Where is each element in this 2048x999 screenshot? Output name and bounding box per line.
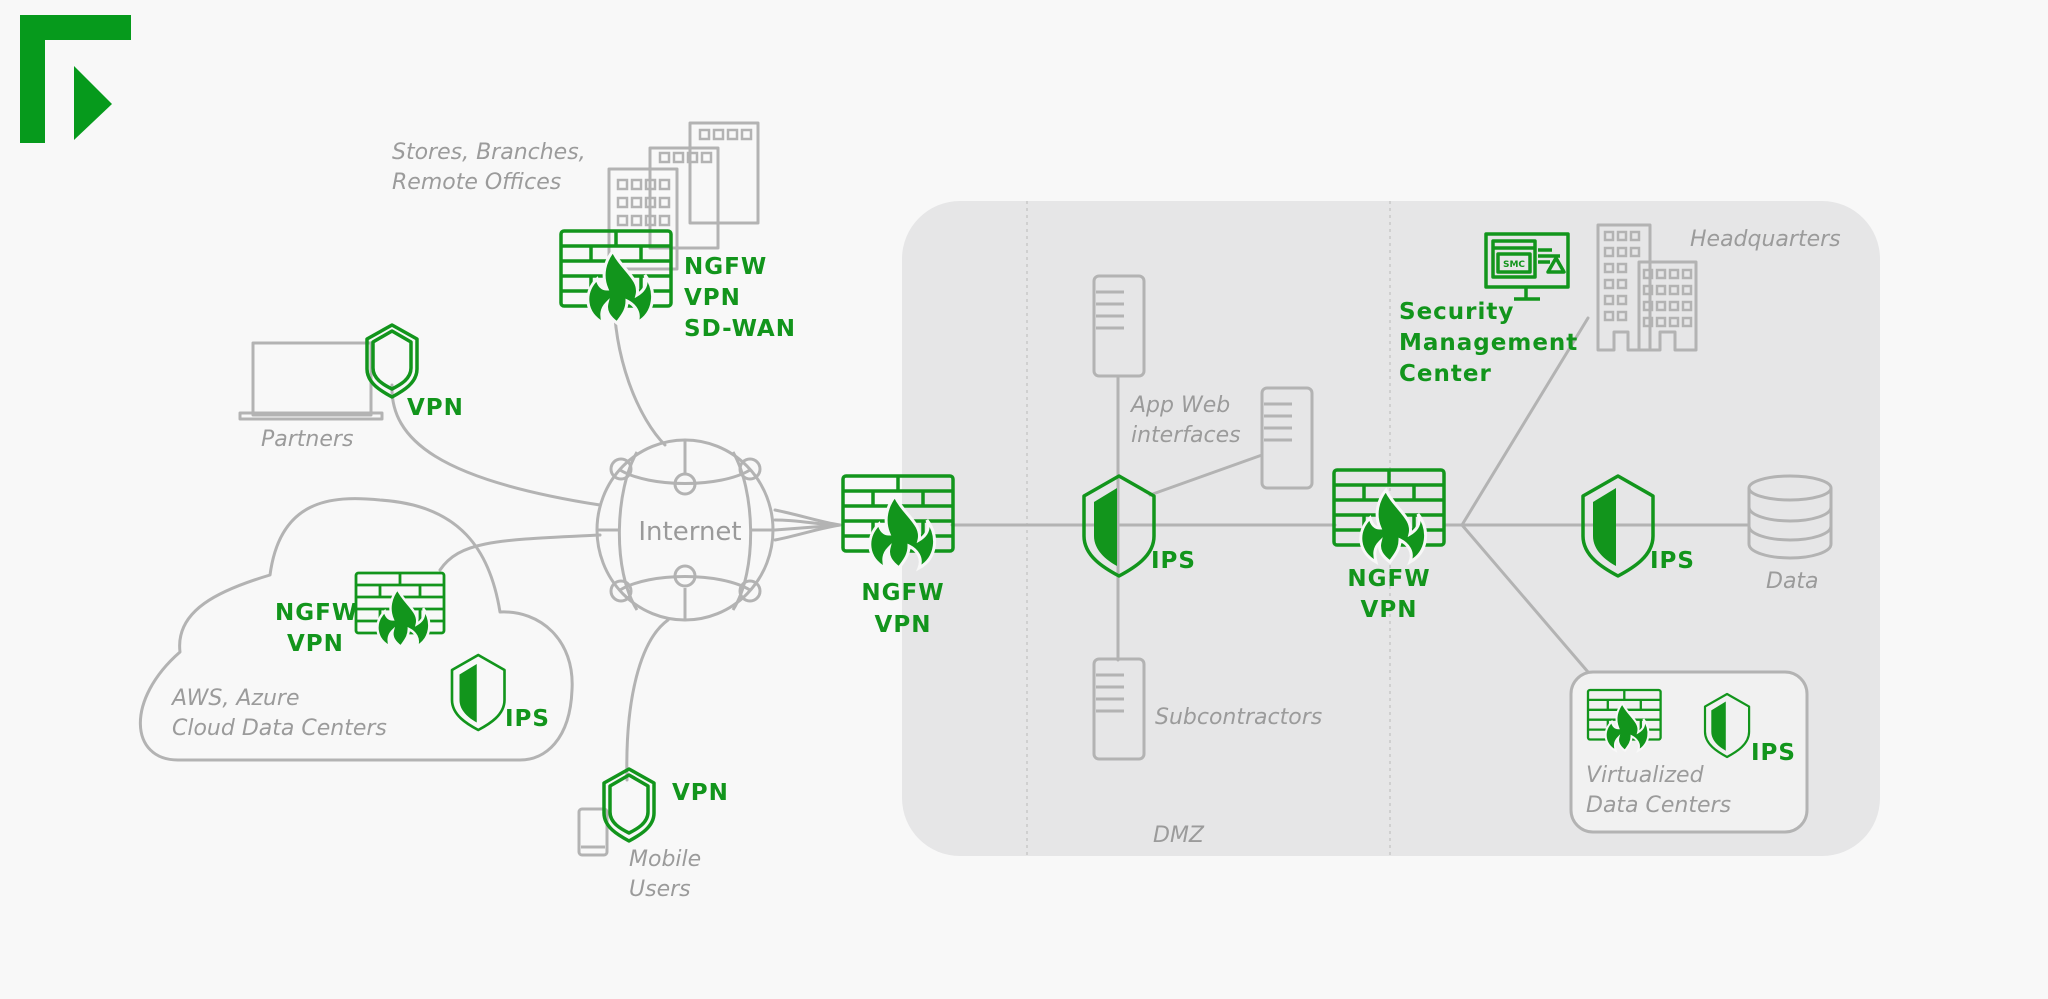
- branches-feature-ngfw: NGFW: [684, 254, 767, 280]
- data-ips-label: IPS: [1650, 548, 1695, 574]
- mobile-label-line2: Users: [629, 877, 691, 902]
- mobile-vpn-shield-icon: [602, 767, 656, 843]
- cloud-label-line2: Cloud Data Centers: [172, 716, 387, 741]
- mobile-label-line1: Mobile: [629, 847, 701, 872]
- subcontractors-label: Subcontractors: [1155, 705, 1322, 730]
- internal-fw-feature-ngfw: NGFW: [1347, 566, 1430, 592]
- internet-label: Internet: [638, 517, 741, 547]
- smc-screen-text: SMC: [1503, 260, 1525, 270]
- smc-label-line2: Management: [1399, 330, 1578, 356]
- partners-feature-vpn: VPN: [407, 395, 464, 421]
- virtualized-label-line2: Data Centers: [1586, 793, 1731, 818]
- smc-label-line3: Center: [1399, 361, 1492, 387]
- virtualized-ips-label: IPS: [1751, 740, 1796, 766]
- partners-label: Partners: [261, 427, 353, 452]
- cloud-firewall-icon: [354, 571, 446, 649]
- edge-fw-feature-vpn: VPN: [875, 612, 932, 638]
- data-label: Data: [1766, 569, 1819, 594]
- cloud-ips-shield-icon: [450, 653, 506, 732]
- cloud-feature-vpn: VPN: [287, 631, 344, 657]
- headquarters-label: Headquarters: [1690, 227, 1841, 252]
- dmz-ips-label: IPS: [1151, 548, 1196, 574]
- brand-logo: [20, 15, 131, 143]
- branch-firewall-icon: [559, 229, 673, 325]
- branches-feature-sdwan: SD-WAN: [684, 316, 796, 342]
- virtualized-label-line1: Virtualized: [1586, 763, 1705, 788]
- cloud-label-line1: AWS, Azure: [170, 686, 300, 711]
- branches-feature-vpn: VPN: [684, 285, 741, 311]
- dmz-zone-label: DMZ: [1153, 823, 1205, 848]
- branches-label-line2: Remote Offices: [392, 170, 561, 195]
- network-diagram: Stores, Branches, Remote Offices NGFW VP…: [20, 15, 1880, 902]
- internal-fw-feature-vpn: VPN: [1361, 597, 1418, 623]
- edge-fw-feature-ngfw: NGFW: [861, 580, 944, 606]
- laptop-icon: [238, 341, 384, 421]
- branches-label-line1: Stores, Branches,: [392, 140, 586, 165]
- mobile-feature-vpn: VPN: [672, 780, 729, 806]
- app-web-label-line2: interfaces: [1131, 423, 1241, 448]
- cloud-ips-label: IPS: [505, 706, 550, 732]
- cloud-feature-ngfw: NGFW: [275, 600, 358, 626]
- app-web-label-line1: App Web: [1129, 393, 1230, 418]
- smc-label-line1: Security: [1399, 299, 1514, 325]
